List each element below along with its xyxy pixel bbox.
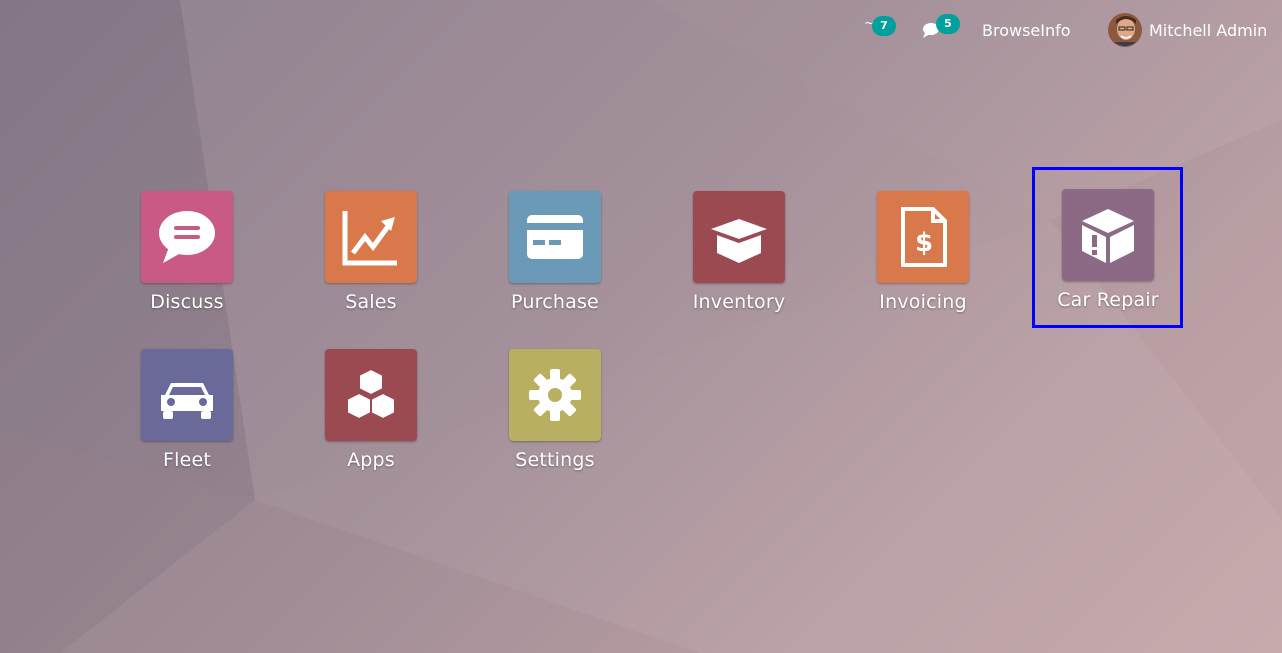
chat-bubble-icon <box>159 211 215 263</box>
app-label: Inventory <box>692 291 786 313</box>
app-label: Fleet <box>162 449 212 471</box>
app-label: Apps <box>347 449 395 471</box>
app-invoicing[interactable]: $ Invoicing <box>848 191 998 313</box>
svg-text:$: $ <box>915 228 933 258</box>
user-menu[interactable]: Mitchell Admin <box>1108 13 1268 47</box>
selection-highlight <box>1032 167 1183 328</box>
messages-count-badge: 5 <box>936 14 960 34</box>
top-navbar: ~ 7 5 BrowseInfo Mitchell Admin <box>0 0 1282 60</box>
app-label: Discuss <box>150 291 224 313</box>
car-icon <box>161 383 213 419</box>
app-icon-tile: $ <box>877 191 969 283</box>
credit-card-icon <box>527 215 583 259</box>
trend-chart-icon <box>342 211 397 266</box>
activity-count-badge: 7 <box>872 16 896 36</box>
app-icon-tile <box>141 191 233 283</box>
app-icon-tile <box>693 191 785 283</box>
open-box-icon <box>711 219 767 263</box>
avatar <box>1108 13 1142 47</box>
app-discuss[interactable]: Discuss <box>112 191 262 313</box>
app-sales[interactable]: Sales <box>296 191 446 313</box>
company-name: BrowseInfo <box>982 20 1071 40</box>
gear-icon <box>529 369 581 421</box>
app-icon-tile <box>325 349 417 441</box>
app-label: Purchase <box>511 291 599 313</box>
app-icon-tile <box>141 349 233 441</box>
app-label: Sales <box>345 291 397 313</box>
app-icon-tile <box>509 191 601 283</box>
app-label: Settings <box>515 449 595 471</box>
cubes-icon <box>346 367 396 421</box>
app-icon-tile <box>509 349 601 441</box>
company-switcher[interactable]: BrowseInfo <box>982 14 1071 46</box>
app-purchase[interactable]: Purchase <box>480 191 630 313</box>
app-inventory[interactable]: Inventory <box>664 191 814 313</box>
app-apps[interactable]: Apps <box>296 349 446 471</box>
user-name: Mitchell Admin <box>1149 20 1268 40</box>
app-settings[interactable]: Settings <box>480 349 630 471</box>
app-fleet[interactable]: Fleet <box>112 349 262 471</box>
invoice-dollar-icon: $ <box>901 207 947 267</box>
app-icon-tile <box>325 191 417 283</box>
app-label: Invoicing <box>879 291 967 313</box>
